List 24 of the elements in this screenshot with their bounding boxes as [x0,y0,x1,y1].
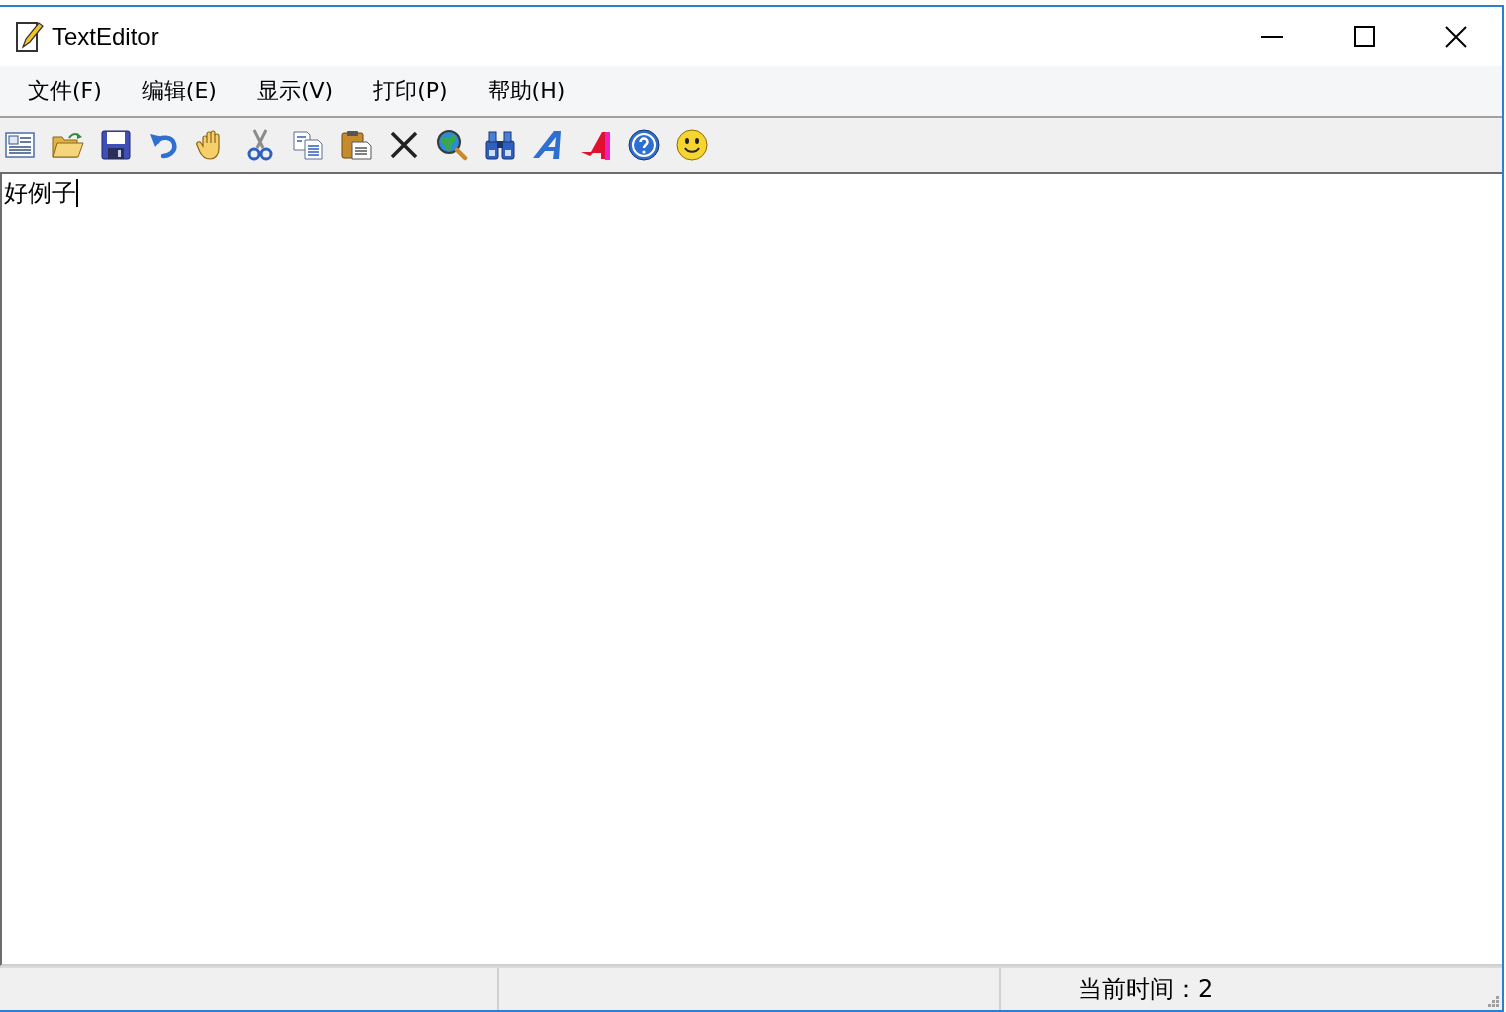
binoculars-icon[interactable] [484,129,516,161]
letter-a-icon[interactable] [532,129,564,161]
status-time-text: 当前时间：2 [1078,974,1214,1005]
menu-item[interactable]: 编辑(E) [121,72,237,110]
maximize-icon [1353,26,1375,47]
size-grip-icon[interactable] [1488,996,1499,1007]
smiley-icon[interactable] [676,129,708,161]
menu-item[interactable]: 帮助(H) [467,72,586,110]
menu-item[interactable]: 打印(P) [353,72,468,110]
cross-icon[interactable] [388,129,420,161]
clipboard-icon[interactable] [340,129,372,161]
copy-icon[interactable] [292,129,324,161]
window-title: TextEditor [52,22,159,51]
menu-item[interactable]: 文件(F) [8,72,122,110]
menu-item[interactable]: 显示(V) [236,72,354,110]
text-editor-field[interactable]: 好例子 [0,172,1502,966]
letter-a-bar-icon[interactable] [580,129,612,161]
notepad-pencil-icon [15,20,45,53]
help-icon[interactable] [628,129,660,161]
minimize-icon [1261,35,1283,38]
globe-magnifier-icon[interactable] [436,129,468,161]
document-icon[interactable] [4,129,36,161]
editor-text: 好例子 [4,178,76,208]
close-icon [1445,25,1467,48]
